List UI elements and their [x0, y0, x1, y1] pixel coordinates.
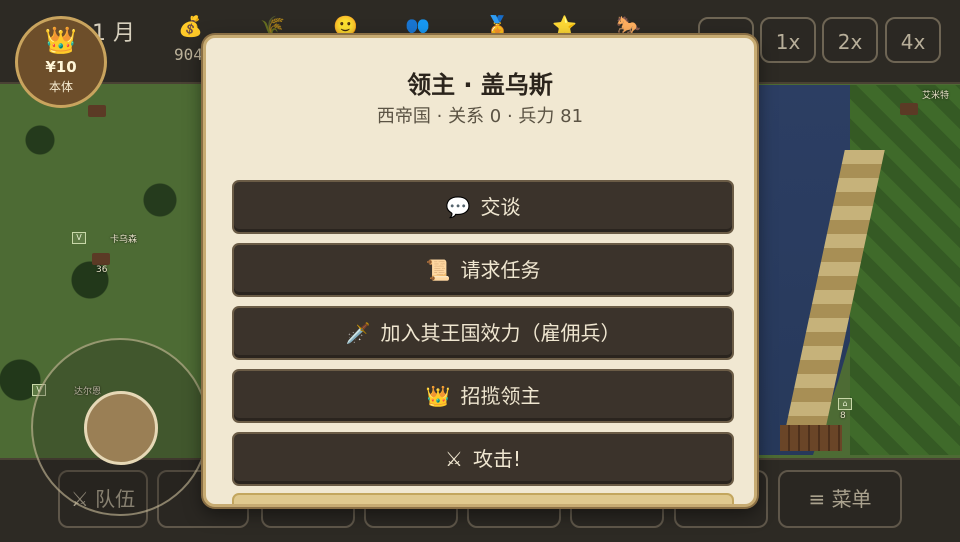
virtual-joystick[interactable] [31, 338, 209, 516]
speed-2x-button[interactable]: 2x [822, 17, 878, 63]
dialog-title: 领主 · 盖乌斯 [407, 71, 553, 99]
next-action-button-partial[interactable] [232, 493, 734, 504]
crown-icon: 👑 [425, 384, 451, 408]
menu-icon: ≡ [808, 487, 826, 511]
village-building [88, 105, 106, 117]
player-badge[interactable]: 👑 ¥10 本体 [15, 16, 107, 108]
scroll-icon: 📜 [425, 258, 451, 282]
action-label: 招揽领主 [460, 384, 541, 408]
crossed-swords-icon: ⚔ [445, 447, 463, 471]
wooden-bridge [780, 425, 842, 451]
settlement-label[interactable]: 艾米特 [922, 88, 949, 101]
speech-bubble-icon: 💬 [445, 195, 471, 219]
player-status: 本体 [48, 80, 73, 94]
map-flag-icon: ⌂ [838, 398, 852, 410]
player-money: ¥10 [45, 58, 77, 76]
request-quest-button[interactable]: 📜 请求任务 [232, 243, 734, 297]
speed-4x-button[interactable]: 4x [885, 17, 941, 63]
town-building [92, 253, 110, 265]
menu-button[interactable]: ≡ 菜单 [778, 470, 902, 528]
settlement-troop-count: 36 [96, 265, 108, 275]
settlement-label[interactable]: 卡乌森 [110, 232, 137, 245]
castle-building [900, 103, 918, 115]
gold-value: 904 [174, 45, 203, 64]
join-kingdom-button[interactable]: 🗡️ 加入其王国效力（雇佣兵） [232, 306, 734, 360]
action-label: 交谈 [480, 195, 521, 219]
settlement-troop-count: 8 [840, 411, 846, 421]
action-label: 请求任务 [460, 258, 541, 282]
speed-1x-button[interactable]: 1x [760, 17, 816, 63]
attack-button[interactable]: ⚔ 攻击! [232, 432, 734, 486]
crown-icon: 👑 [44, 26, 78, 56]
talk-button[interactable]: 💬 交谈 [232, 180, 734, 234]
lord-dialog: 领主 · 盖乌斯 西帝国 · 关系 0 · 兵力 81 💬 交谈 📜 请求任务 🗡️… [203, 35, 757, 507]
joystick-knob[interactable] [84, 391, 158, 465]
dialog-subtitle: 西帝国 · 关系 0 · 兵力 81 [376, 106, 584, 127]
gold-icon: 💰 [178, 14, 203, 38]
map-flag-icon: V [72, 232, 86, 244]
dagger-icon: 🗡️ [345, 321, 371, 345]
action-label: 攻击! [472, 447, 521, 471]
action-label: 加入其王国效力（雇佣兵） [380, 321, 621, 345]
forest-shore [850, 85, 960, 455]
recruit-lord-button[interactable]: 👑 招揽领主 [232, 369, 734, 423]
menu-label: 菜单 [831, 487, 872, 511]
